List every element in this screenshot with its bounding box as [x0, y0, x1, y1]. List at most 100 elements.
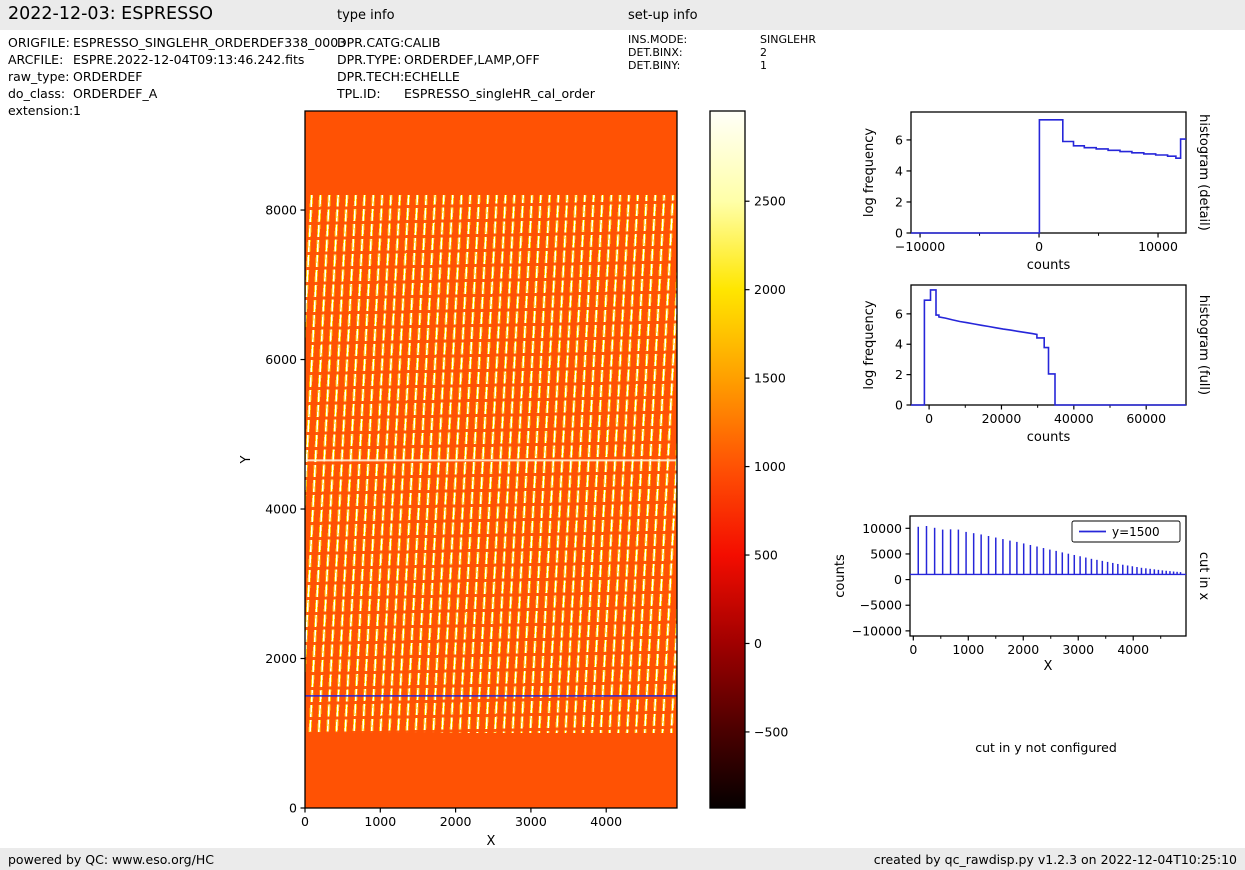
field-label: ORIGFILE: [8, 35, 70, 50]
histogram-detail: −10000 0 100000246countslog frequency histo… [862, 111, 1211, 273]
file-info-block: ORIGFILE: ESPRESSO_SINGLEHR_ORDERDEF338_0… [8, 34, 346, 119]
field-label: DET.BINY: [628, 59, 681, 72]
field-label: ARCFILE: [8, 52, 64, 67]
field-value: ORDERDEF [73, 69, 143, 84]
field-label: DET.BINX: [628, 46, 683, 59]
svg-text:8000: 8000 [265, 203, 297, 218]
echelle-orders-pattern [305, 195, 677, 733]
type-info-heading: type info [337, 8, 395, 23]
svg-text:60000: 60000 [1126, 411, 1166, 426]
svg-text:4: 4 [895, 337, 903, 352]
setup-info-row: DET.BINY: 1 [628, 59, 816, 72]
svg-text:2000: 2000 [754, 282, 786, 297]
field-label: extension: [8, 103, 74, 118]
field-value: SINGLEHR [760, 33, 816, 46]
svg-text:10000: 10000 [1138, 239, 1178, 254]
svg-text:counts: counts [1027, 430, 1071, 445]
svg-text:40000: 40000 [1054, 411, 1094, 426]
svg-text:log frequency: log frequency [862, 300, 877, 389]
file-info-row: do_class: ORDERDEF_A [8, 85, 346, 102]
svg-text:6: 6 [895, 306, 903, 321]
svg-text:3000: 3000 [515, 814, 547, 829]
field-label: TPL.ID: [337, 86, 381, 101]
svg-text:2000: 2000 [265, 651, 297, 666]
page-title: 2022-12-03: ESPRESSO [8, 4, 214, 24]
type-info-row: TPL.ID: ESPRESSO_singleHR_cal_order [337, 85, 595, 102]
type-info-row: DPR.TYPE: ORDERDEF,LAMP,OFF [337, 51, 595, 68]
field-label: DPR.CATG: [337, 35, 405, 50]
file-info-row: ARCFILE: ESPRE.2022-12-04T09:13:46.242.fi… [8, 51, 346, 68]
svg-text:1000: 1000 [364, 814, 396, 829]
svg-text:0: 0 [301, 814, 309, 829]
svg-text:2000: 2000 [1007, 642, 1039, 657]
svg-text:2500: 2500 [754, 194, 786, 209]
field-value: ORDERDEF,LAMP,OFF [404, 52, 540, 67]
cut-in-x: 0 1000 2000 3000 4000 −10000 −5000 0 5000 10000 Xc… [833, 515, 1211, 674]
field-label: do_class: [8, 86, 66, 101]
cut-in-y-note: cut in y not configured [975, 740, 1117, 755]
raw-image-heatmap [305, 111, 677, 808]
svg-text:0: 0 [894, 572, 902, 587]
footer-powered-by: powered by QC: www.eso.org/HC [8, 852, 214, 867]
type-info-row: DPR.CATG:CALIB [337, 34, 595, 51]
field-value: 1 [73, 103, 81, 118]
field-value: CALIB [404, 35, 441, 50]
svg-text:X: X [487, 834, 496, 849]
field-label: DPR.TYPE: [337, 52, 402, 67]
type-info-block: DPR.CATG:CALIB DPR.TYPE: ORDERDEF,LAMP,OF… [337, 34, 595, 102]
setup-info-block: INS.MODE: SINGLEHR DET.BINX: 2 DET.BINY: 1 [628, 33, 816, 72]
svg-text:20000: 20000 [982, 411, 1022, 426]
svg-text:−10000: −10000 [895, 239, 945, 254]
svg-text:−5000: −5000 [860, 598, 902, 613]
svg-text:6: 6 [895, 132, 903, 147]
svg-text:3000: 3000 [1062, 642, 1094, 657]
setup-info-heading: set-up info [628, 8, 698, 23]
svg-text:−10000: −10000 [852, 623, 902, 638]
svg-text:0: 0 [925, 411, 933, 426]
file-info-row: extension:1 [8, 102, 346, 119]
svg-text:−500: −500 [754, 724, 788, 739]
histogram-full: 0 20000 40000 60000 0 2 4 6 counts log frequency h… [862, 284, 1211, 445]
svg-text:2: 2 [895, 194, 903, 209]
svg-text:histogram (full): histogram (full) [1196, 295, 1211, 395]
field-value: 2 [760, 46, 767, 59]
svg-text:0: 0 [895, 226, 903, 241]
field-label: raw_type: [8, 69, 70, 84]
svg-text:2000: 2000 [440, 814, 472, 829]
svg-text:4000: 4000 [590, 814, 622, 829]
svg-text:counts: counts [1027, 258, 1071, 273]
file-info-row: raw_type: ORDERDEF [8, 68, 346, 85]
svg-text:0: 0 [895, 398, 903, 413]
svg-text:1000: 1000 [754, 459, 786, 474]
field-value: ESPRESSO_SINGLEHR_ORDERDEF338_0003 [73, 35, 347, 50]
svg-text:0: 0 [909, 642, 917, 657]
colorbar: 2500 2000 1500 1000 500 0 −500 [709, 110, 788, 809]
svg-text:0: 0 [289, 801, 297, 816]
type-info-row: DPR.TECH:ECHELLE [337, 68, 595, 85]
svg-text:log frequency: log frequency [862, 128, 877, 217]
field-label: DPR.TECH: [337, 69, 405, 84]
field-value: ECHELLE [404, 69, 460, 84]
svg-text:4: 4 [895, 163, 903, 178]
svg-text:0: 0 [754, 636, 762, 651]
svg-text:500: 500 [754, 548, 778, 563]
field-value: ORDERDEF_A [73, 86, 158, 101]
svg-text:4000: 4000 [265, 502, 297, 517]
file-info-row: ORIGFILE: ESPRESSO_SINGLEHR_ORDERDEF338_0… [8, 34, 346, 51]
svg-text:X: X [1044, 659, 1053, 674]
setup-info-row: INS.MODE: SINGLEHR [628, 33, 816, 46]
field-value: ESPRE.2022-12-04T09:13:46.242.fits [73, 52, 305, 67]
svg-text:Y: Y [239, 455, 254, 464]
svg-text:1500: 1500 [754, 371, 786, 386]
field-value: ESPRESSO_singleHR_cal_order [404, 86, 595, 101]
svg-text:10000: 10000 [862, 521, 902, 536]
svg-text:0: 0 [1035, 239, 1043, 254]
svg-text:counts: counts [833, 554, 848, 598]
svg-text:5000: 5000 [870, 546, 902, 561]
footer-created-by: created by qc_rawdisp.py v1.2.3 on 2022-… [873, 852, 1237, 867]
field-label: INS.MODE: [628, 33, 688, 46]
svg-text:2: 2 [895, 367, 903, 382]
setup-info-row: DET.BINX: 2 [628, 46, 816, 59]
field-value: 1 [760, 59, 767, 72]
svg-text:cut in x: cut in x [1196, 552, 1211, 601]
